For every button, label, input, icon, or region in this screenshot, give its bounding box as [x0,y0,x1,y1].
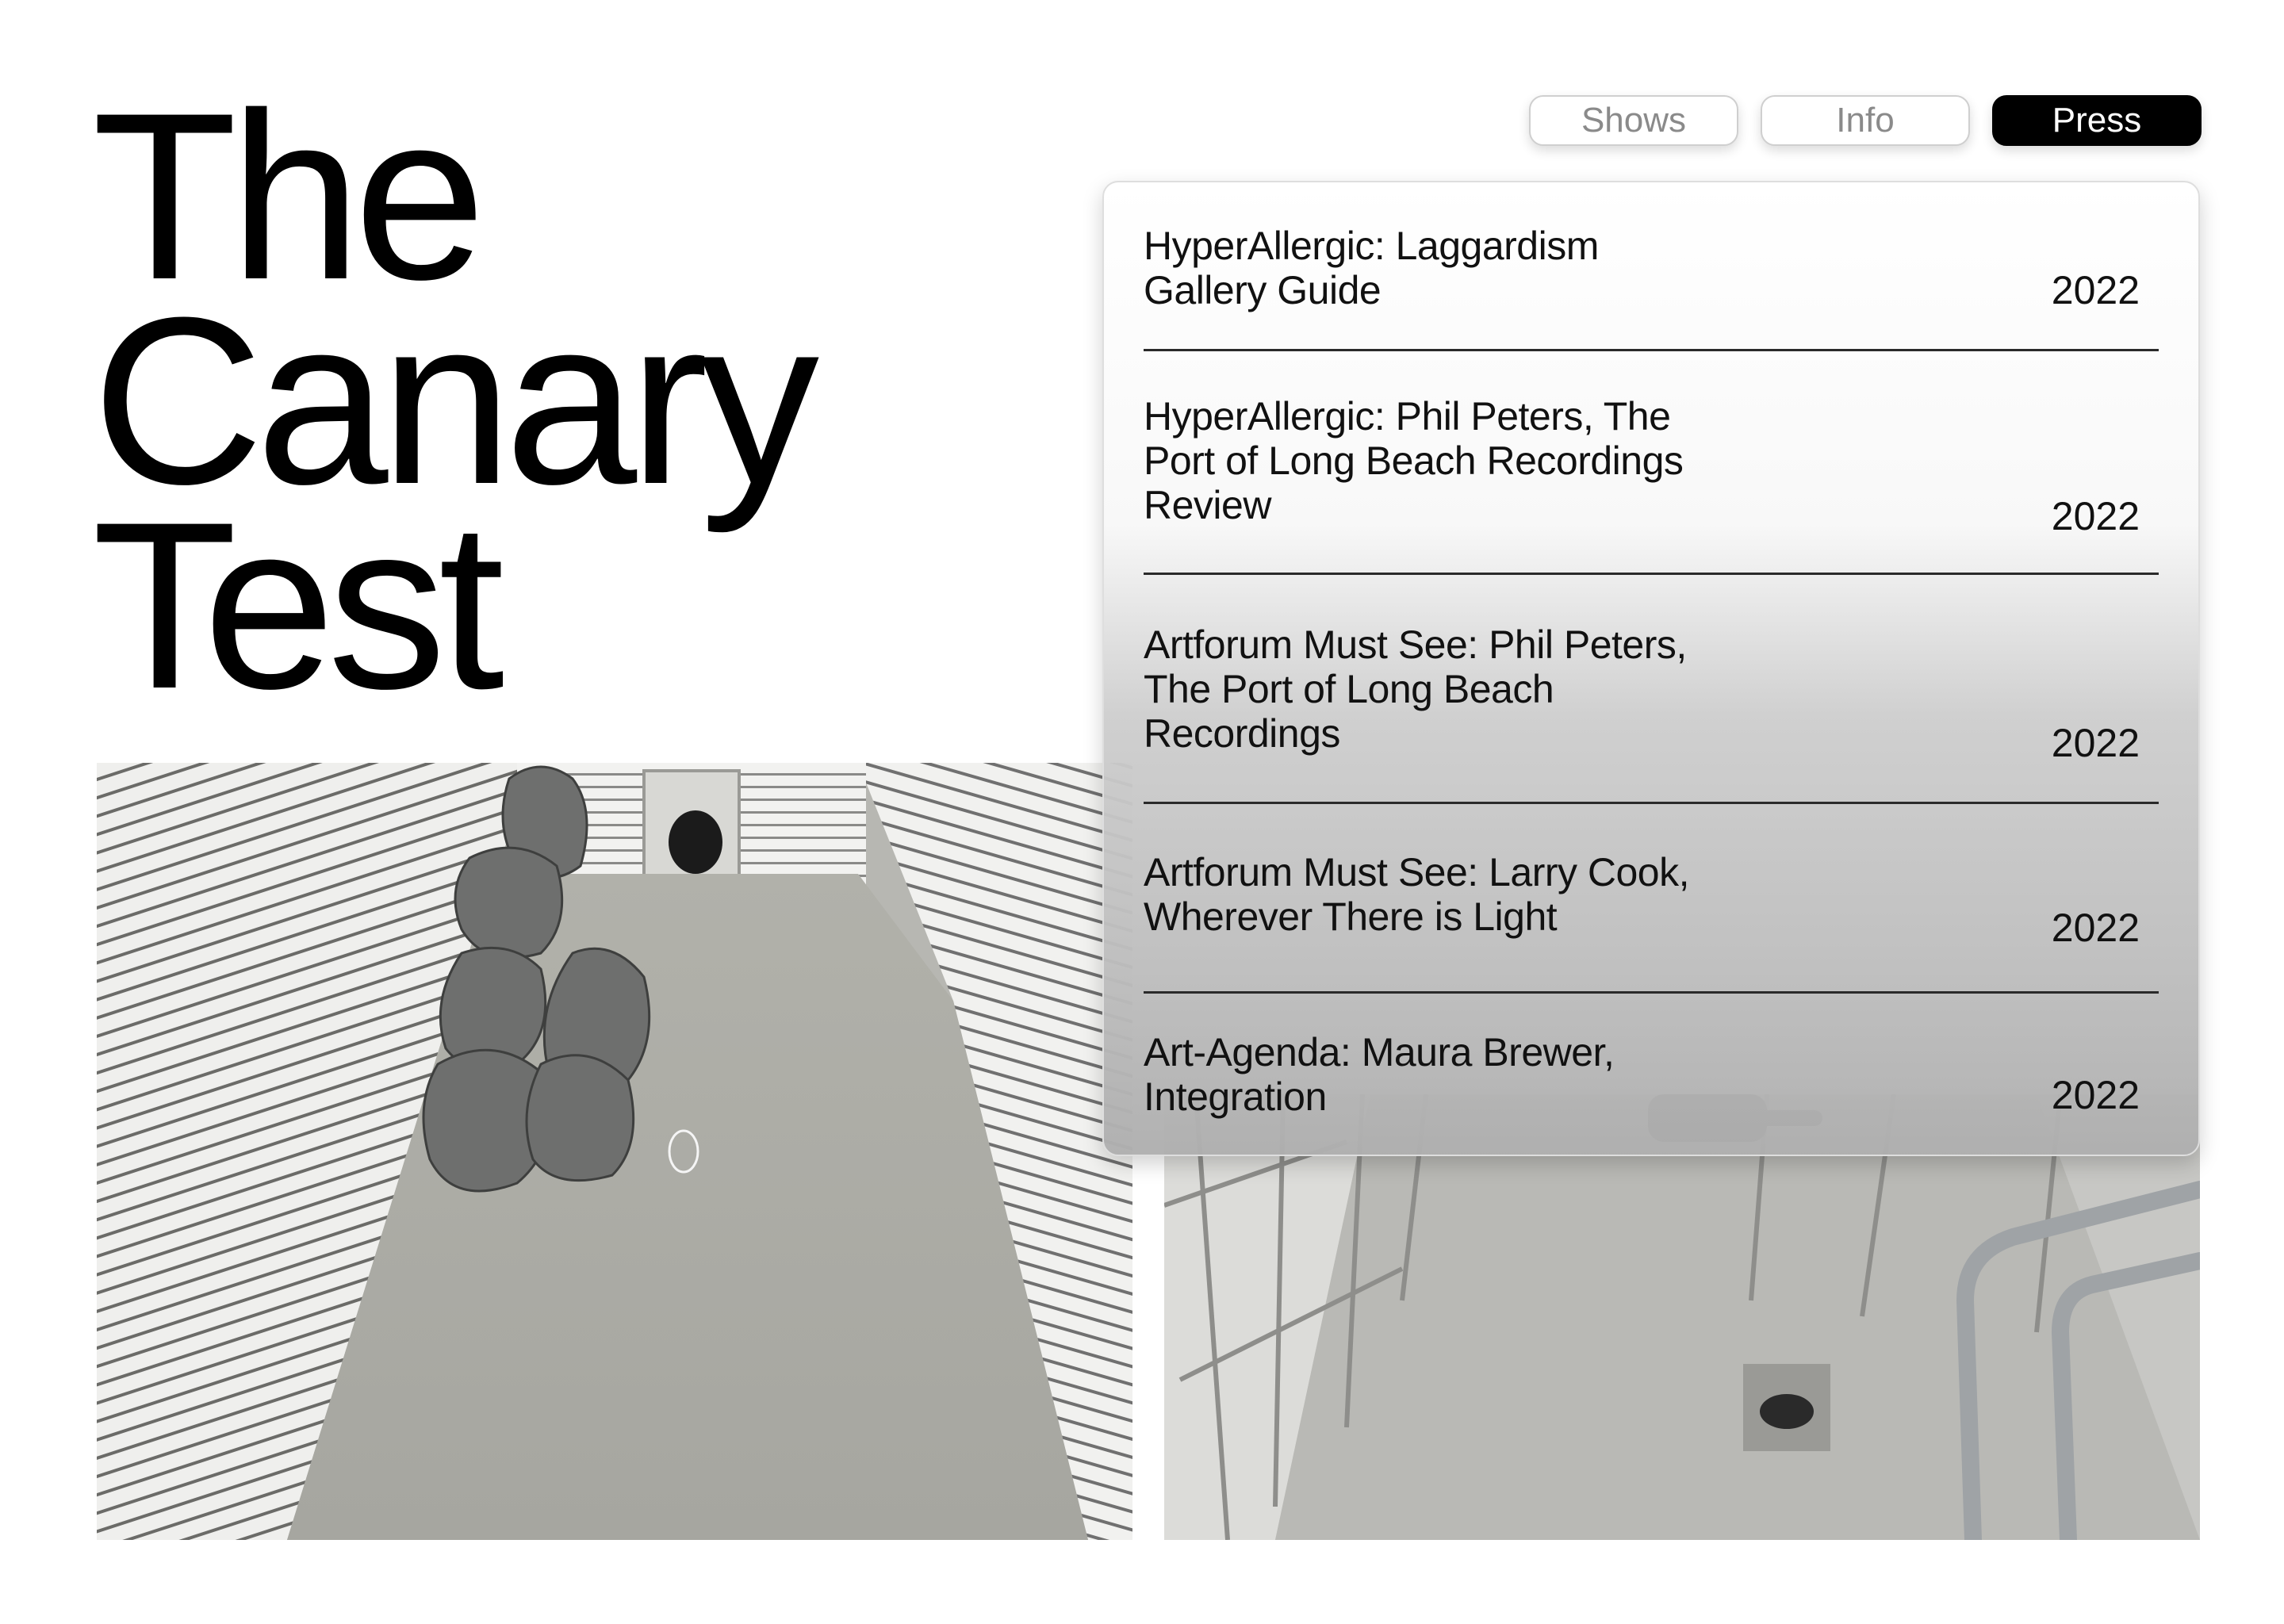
press-item-year: 2022 [2051,494,2140,538]
nav-info-button[interactable]: Info [1761,95,1970,146]
press-item[interactable]: HyperAllergic: Laggardism Gallery Guide … [1144,182,2159,351]
press-item[interactable]: HyperAllergic: Phil Peters, The Port of … [1144,351,2159,575]
press-item-title[interactable]: Artforum Must See: Phil Peters, The Port… [1144,622,1715,756]
press-item-title[interactable]: HyperAllergic: Laggardism Gallery Guide [1144,224,1715,312]
gallery-photo-corridor-image [97,763,1132,1540]
page: The Canary Test Shows Info Press HyperAl… [0,0,2284,1624]
press-panel: HyperAllergic: Laggardism Gallery Guide … [1102,181,2200,1156]
press-item-year: 2022 [2051,906,2140,950]
main-nav: Shows Info Press [1529,95,2202,146]
site-title: The Canary Test [92,77,819,724]
press-item-year: 2022 [2051,721,2140,765]
nav-shows-button[interactable]: Shows [1529,95,1738,146]
nav-press-button[interactable]: Press [1992,95,2202,146]
gallery-photo-corridor [97,763,1132,1540]
gallery-photo-installation [1164,1094,2200,1540]
press-item[interactable]: Artforum Must See: Phil Peters, The Port… [1144,575,2159,804]
press-item-title[interactable]: Art-Agenda: Maura Brewer, Integration [1144,1030,1715,1119]
press-item-title[interactable]: HyperAllergic: Phil Peters, The Port of … [1144,394,1715,527]
press-item[interactable]: Art-Agenda: Maura Brewer, Integration 20… [1144,994,2159,1152]
press-item-title[interactable]: Artforum Must See: Larry Cook, Wherever … [1144,850,1715,939]
press-item-year: 2022 [2051,268,2140,312]
gallery-photo-installation-image [1164,1094,2200,1540]
press-item-year: 2022 [2051,1073,2140,1117]
press-item[interactable]: Artforum Must See: Larry Cook, Wherever … [1144,804,2159,994]
